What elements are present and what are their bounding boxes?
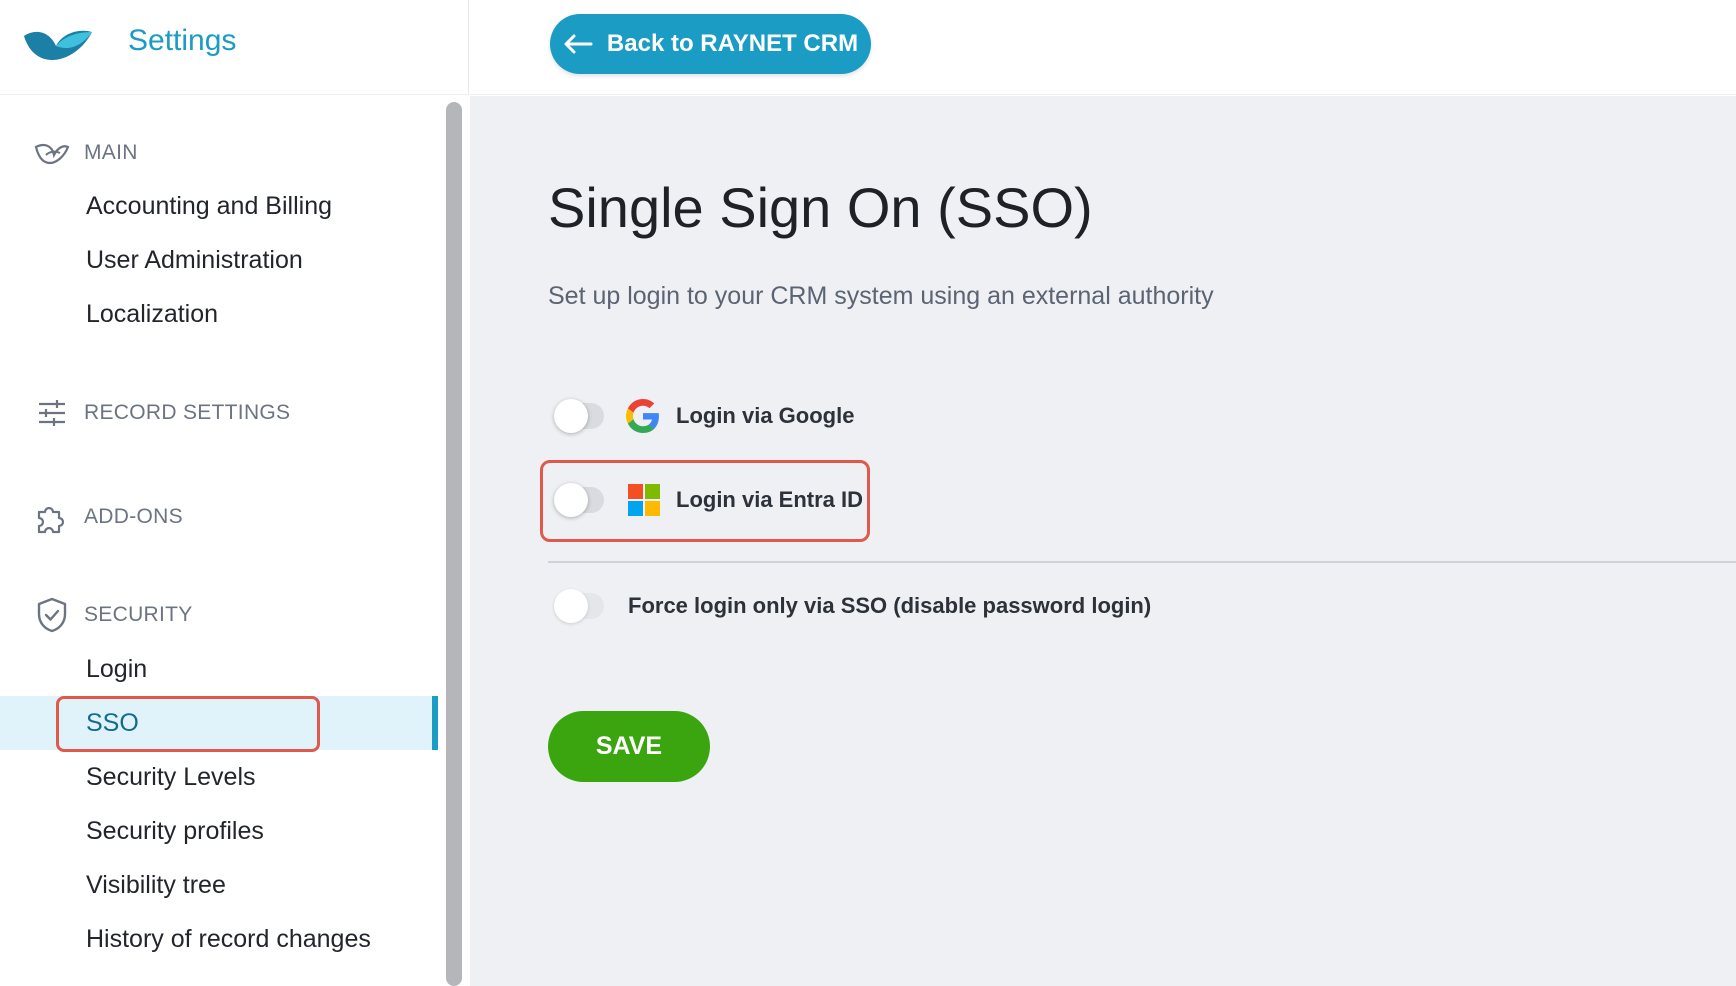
puzzle-icon <box>34 499 70 535</box>
sidebar-item-visibility-tree[interactable]: Visibility tree <box>86 871 226 900</box>
fish-icon <box>34 135 70 171</box>
section-security: SECURITY <box>34 597 193 633</box>
arrow-left-icon <box>563 34 593 54</box>
app-title: Settings <box>128 24 237 57</box>
sidebar-scrollbar-thumb[interactable] <box>446 102 462 986</box>
entra-highlight-box <box>540 460 870 542</box>
toggle-knob <box>554 589 588 623</box>
section-label-main: MAIN <box>84 141 138 164</box>
sidebar-header: Settings <box>0 0 469 95</box>
sidebar-item-history-record-changes[interactable]: History of record changes <box>86 925 371 954</box>
shield-check-icon <box>34 597 70 633</box>
google-login-label: Login via Google <box>676 403 855 428</box>
force-sso-label: Force login only via SSO (disable passwo… <box>628 593 1152 618</box>
sso-highlight-box <box>56 696 320 752</box>
force-sso-toggle[interactable] <box>554 589 604 623</box>
section-label-add-ons: ADD-ONS <box>84 505 183 528</box>
page-subtitle: Set up login to your CRM system using an… <box>548 282 1214 310</box>
back-to-crm-button[interactable]: Back to RAYNET CRM <box>550 14 871 74</box>
back-button-label: Back to RAYNET CRM <box>606 30 859 57</box>
sliders-icon <box>34 395 70 431</box>
options-divider <box>548 561 1736 563</box>
section-main: MAIN <box>34 135 138 171</box>
google-icon <box>626 399 659 433</box>
sidebar-item-security-profiles[interactable]: Security profiles <box>86 817 264 846</box>
page-title: Single Sign On (SSO) <box>548 176 1093 239</box>
sidebar-item-user-administration[interactable]: User Administration <box>86 246 303 275</box>
section-add-ons[interactable]: ADD-ONS <box>34 499 183 535</box>
section-record-settings[interactable]: RECORD SETTINGS <box>34 395 290 431</box>
sidebar-item-security-levels[interactable]: Security Levels <box>86 763 256 792</box>
sidebar-item-login[interactable]: Login <box>86 655 147 684</box>
google-login-toggle[interactable] <box>554 399 604 433</box>
sidebar-item-localization[interactable]: Localization <box>86 300 218 329</box>
raynet-logo-icon[interactable] <box>22 22 94 64</box>
sidebar-item-accounting-billing[interactable]: Accounting and Billing <box>86 192 332 221</box>
section-label-security: SECURITY <box>84 603 193 626</box>
save-button[interactable]: SAVE <box>548 711 710 782</box>
section-label-record-settings: RECORD SETTINGS <box>84 401 291 424</box>
sidebar: Settings MAIN Accounting and Billing Use… <box>0 0 469 986</box>
toggle-knob <box>554 399 588 433</box>
